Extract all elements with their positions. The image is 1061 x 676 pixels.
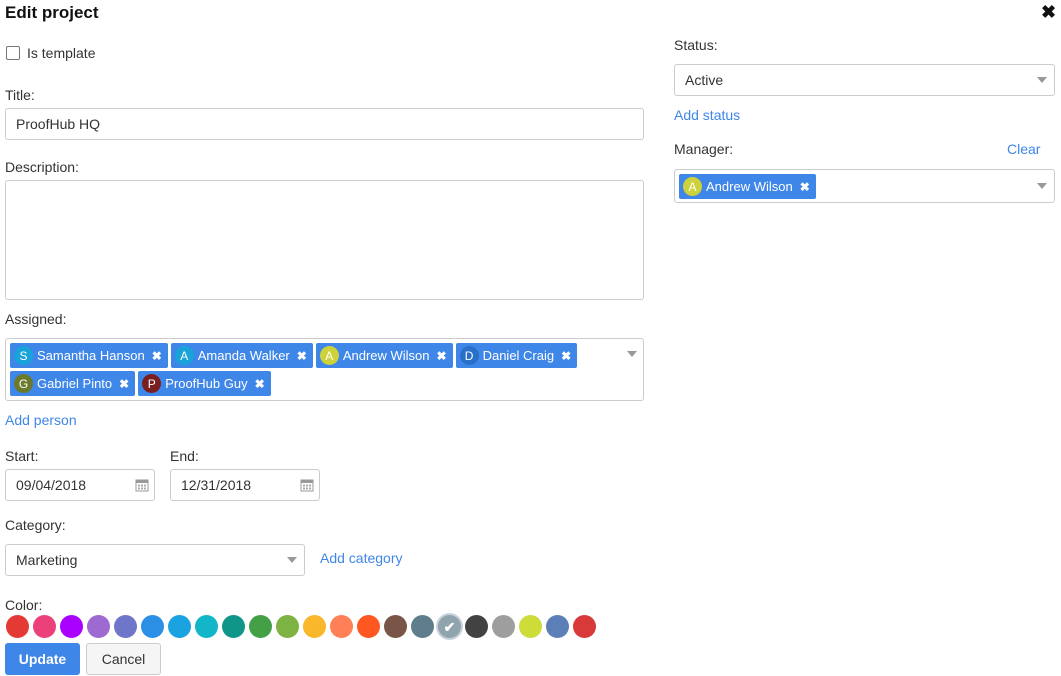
avatar: P <box>142 374 162 393</box>
remove-chip-icon[interactable]: ✖ <box>800 180 810 194</box>
title-label: Title: <box>5 87 35 103</box>
remove-chip-icon[interactable]: ✖ <box>561 349 571 363</box>
is-template-label: Is template <box>27 45 96 61</box>
description-textarea[interactable] <box>5 180 644 300</box>
color-swatch[interactable] <box>168 615 191 638</box>
end-label: End: <box>170 448 199 464</box>
remove-chip-icon[interactable]: ✖ <box>437 349 447 363</box>
color-swatch[interactable] <box>465 615 488 638</box>
calendar-icon[interactable] <box>300 478 314 492</box>
color-swatch[interactable] <box>87 615 110 638</box>
color-swatch[interactable] <box>249 615 272 638</box>
color-swatch[interactable] <box>114 615 137 638</box>
description-label: Description: <box>5 159 79 175</box>
start-date-input[interactable]: 09/04/2018 <box>5 469 155 501</box>
status-select[interactable]: Active <box>674 64 1055 96</box>
assigned-label: Assigned: <box>5 311 67 327</box>
assigned-chip-name: Gabriel Pinto <box>37 376 113 391</box>
cancel-button[interactable]: Cancel <box>86 643 161 675</box>
color-swatch[interactable] <box>519 615 542 638</box>
remove-chip-icon[interactable]: ✖ <box>297 349 307 363</box>
assigned-chip: S Samantha Hanson ✖ <box>10 343 168 368</box>
assigned-multiselect[interactable]: S Samantha Hanson ✖ A Amanda Walker ✖ A Andrew … <box>5 338 644 401</box>
assigned-chip: A Amanda Walker ✖ <box>170 343 313 368</box>
end-date-value: 12/31/2018 <box>181 477 252 493</box>
color-swatch[interactable] <box>195 615 218 638</box>
title-input[interactable]: ProofHub HQ <box>5 108 644 140</box>
update-button[interactable]: Update <box>5 643 80 675</box>
avatar: G <box>14 374 33 393</box>
manager-chip: A Andrew Wilson ✖ <box>679 174 816 199</box>
color-swatch[interactable]: ✔ <box>438 615 461 638</box>
category-label: Category: <box>5 517 66 533</box>
color-swatch[interactable] <box>276 615 299 638</box>
add-status-link[interactable]: Add status <box>674 107 740 123</box>
assigned-chip: D Daniel Craig ✖ <box>455 343 578 368</box>
assigned-chip-name: Andrew Wilson <box>342 348 430 363</box>
add-person-link[interactable]: Add person <box>5 412 77 428</box>
color-swatch[interactable] <box>33 615 56 638</box>
color-swatch[interactable] <box>60 615 83 638</box>
calendar-icon[interactable] <box>135 478 149 492</box>
manager-dropdown-caret-icon[interactable] <box>1037 183 1047 189</box>
title-input-value: ProofHub HQ <box>16 116 101 132</box>
color-swatch[interactable] <box>411 615 434 638</box>
color-swatch[interactable] <box>303 615 326 638</box>
remove-chip-icon[interactable]: ✖ <box>152 349 162 363</box>
assigned-chip-name: Amanda Walker <box>197 348 290 363</box>
assigned-chip: A Andrew Wilson ✖ <box>315 343 453 368</box>
category-value: Marketing <box>16 552 78 568</box>
assigned-chip-name: Daniel Craig <box>482 348 555 363</box>
assigned-chip-name: Samantha Hanson <box>37 348 145 363</box>
color-swatch[interactable] <box>222 615 245 638</box>
category-dropdown-caret-icon[interactable] <box>287 557 297 563</box>
color-swatch[interactable] <box>6 615 29 638</box>
assigned-dropdown-caret-icon[interactable] <box>627 351 637 357</box>
color-swatch[interactable] <box>492 615 515 638</box>
status-value: Active <box>685 72 724 88</box>
remove-chip-icon[interactable]: ✖ <box>119 377 129 391</box>
manager-select[interactable]: A Andrew Wilson ✖ <box>674 169 1055 203</box>
avatar: S <box>14 346 33 365</box>
close-icon[interactable]: ✖ <box>1041 2 1057 22</box>
manager-label: Manager: <box>674 141 734 157</box>
color-label: Color: <box>5 597 43 613</box>
check-icon: ✔ <box>443 618 456 635</box>
avatar: A <box>319 346 339 365</box>
end-date-input[interactable]: 12/31/2018 <box>170 469 320 501</box>
manager-chip-name: Andrew Wilson <box>706 179 793 194</box>
add-category-link[interactable]: Add category <box>320 550 403 566</box>
avatar: D <box>459 346 479 365</box>
status-dropdown-caret-icon[interactable] <box>1037 77 1047 83</box>
category-select[interactable]: Marketing <box>5 544 305 576</box>
manager-clear-link[interactable]: Clear <box>1007 141 1040 157</box>
start-label: Start: <box>5 448 39 464</box>
is-template-checkbox[interactable] <box>6 46 20 60</box>
start-date-value: 09/04/2018 <box>16 477 87 493</box>
assigned-chip-name: ProofHub Guy <box>165 376 248 391</box>
color-swatch[interactable] <box>141 615 164 638</box>
color-palette: ✔ <box>6 615 596 638</box>
color-swatch[interactable] <box>330 615 353 638</box>
assigned-chip: P ProofHub Guy ✖ <box>138 371 271 396</box>
color-swatch[interactable] <box>384 615 407 638</box>
is-template-checkbox-row[interactable]: Is template <box>6 45 95 61</box>
color-swatch[interactable] <box>357 615 380 638</box>
assigned-chip: G Gabriel Pinto ✖ <box>10 371 136 396</box>
avatar: A <box>174 346 194 365</box>
avatar: A <box>683 177 702 196</box>
color-swatch[interactable] <box>573 615 596 638</box>
remove-chip-icon[interactable]: ✖ <box>255 377 265 391</box>
status-label: Status: <box>674 37 718 53</box>
dialog-title: Edit project <box>5 3 99 22</box>
color-swatch[interactable] <box>546 615 569 638</box>
